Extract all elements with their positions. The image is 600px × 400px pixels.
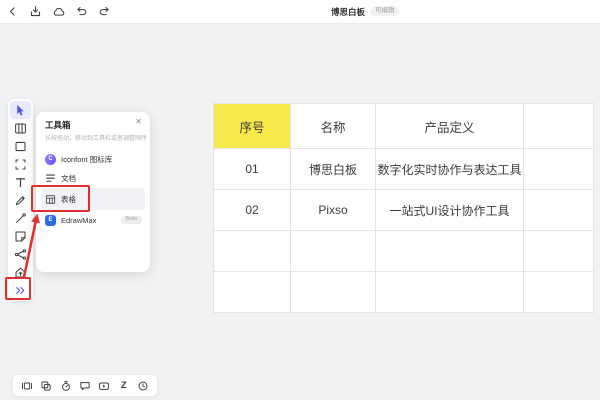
table-cell[interactable]: 一站式UI设计协作工具 xyxy=(376,190,524,231)
edrawmax-logo-icon: E xyxy=(45,215,56,226)
table-header-cell[interactable]: 名称 xyxy=(291,104,376,149)
line-tool[interactable] xyxy=(10,209,31,227)
table-cell[interactable]: 数字化实时协作与表达工具 xyxy=(376,149,524,190)
text-tool[interactable] xyxy=(10,173,31,191)
top-bar: 博思白板 可编辑 xyxy=(0,0,600,24)
table-cell[interactable] xyxy=(524,190,594,231)
frame-icon xyxy=(14,158,27,171)
table-header-cell[interactable]: 序号 xyxy=(214,104,291,149)
table-cell[interactable] xyxy=(291,231,376,272)
shapes-button[interactable] xyxy=(40,379,53,392)
table-header-cell[interactable]: 产品定义 xyxy=(376,104,524,149)
shape-tool[interactable] xyxy=(10,137,31,155)
table-cell[interactable]: 02 xyxy=(214,190,291,231)
topbar-icon-group xyxy=(5,0,111,23)
table-cell[interactable]: 博思白板 xyxy=(291,149,376,190)
toolbox-title: 工具箱 xyxy=(45,119,71,131)
frames-button[interactable] xyxy=(20,379,33,392)
cursor-icon xyxy=(14,104,27,117)
history-button[interactable] xyxy=(137,379,150,392)
toolbox-subtitle: 长按拖动，移动到工具栏或者调整顺序 xyxy=(45,133,145,142)
rectangle-icon xyxy=(14,140,27,153)
timer-button[interactable] xyxy=(59,379,72,392)
table-header-row: 序号 名称 产品定义 xyxy=(214,104,594,149)
select-tool[interactable] xyxy=(10,101,31,119)
mindmap-tool[interactable] xyxy=(10,245,31,263)
table-header-cell[interactable] xyxy=(524,104,594,149)
save-icon[interactable] xyxy=(28,5,42,19)
toolbox-item-document[interactable]: 文档 xyxy=(41,169,145,187)
table-cell[interactable] xyxy=(376,272,524,313)
toolbox-item-iconfont[interactable]: C Iconfont 图标库 xyxy=(41,150,145,168)
close-icon[interactable]: ✕ xyxy=(135,117,142,126)
redo-icon[interactable] xyxy=(97,5,111,19)
screen-record-button[interactable] xyxy=(98,379,111,392)
tool-sidebar xyxy=(8,99,33,301)
timer-icon xyxy=(60,380,72,392)
table-cell[interactable] xyxy=(291,272,376,313)
toolbox-item-label: Iconfont 图标库 xyxy=(61,154,112,165)
board-tool[interactable] xyxy=(10,119,31,137)
double-chevron-icon xyxy=(14,284,27,297)
z-order-button[interactable]: Z xyxy=(117,379,130,392)
document-icon xyxy=(45,173,56,184)
toolbox-item-label: 表格 xyxy=(61,194,76,205)
screen-record-icon xyxy=(98,380,110,392)
toolbox-item-label: EdrawMax xyxy=(61,216,96,225)
more-tools-button[interactable] xyxy=(10,281,31,299)
cloud-sync-icon[interactable] xyxy=(51,5,65,19)
back-icon[interactable] xyxy=(5,5,19,19)
text-icon xyxy=(14,176,27,189)
sticky-note-icon xyxy=(14,230,27,243)
table-row: 01 博思白板 数字化实时协作与表达工具 xyxy=(214,149,594,190)
undo-icon[interactable] xyxy=(74,5,88,19)
permission-badge: 可编辑 xyxy=(370,7,400,17)
pen-tool[interactable] xyxy=(10,191,31,209)
line-icon xyxy=(14,212,27,225)
table-cell[interactable] xyxy=(214,272,291,313)
toolbox-popup: 工具箱 ✕ 长按拖动，移动到工具栏或者调整顺序 C Iconfont 图标库 文… xyxy=(36,112,150,272)
table-cell[interactable]: Pixso xyxy=(291,190,376,231)
table-row: 02 Pixso 一站式UI设计协作工具 xyxy=(214,190,594,231)
board-icon xyxy=(14,122,27,135)
table-cell[interactable] xyxy=(524,149,594,190)
iconfont-logo-icon: C xyxy=(45,154,56,165)
shapes-icon xyxy=(40,380,52,392)
mindmap-icon xyxy=(14,248,27,261)
frames-icon xyxy=(21,380,33,392)
toolbox-item-edrawmax[interactable]: E EdrawMax Beta xyxy=(41,211,145,229)
document-title: 博思白板 xyxy=(331,6,365,18)
z-label: Z xyxy=(121,380,127,391)
table-cell[interactable] xyxy=(214,231,291,272)
sticky-note-tool[interactable] xyxy=(10,227,31,245)
table-cell[interactable] xyxy=(524,231,594,272)
comment-icon xyxy=(79,380,91,392)
table-row xyxy=(214,231,594,272)
whiteboard-table: 序号 名称 产品定义 01 博思白板 数字化实时协作与表达工具 02 Pixso… xyxy=(213,103,594,313)
pencil-icon xyxy=(14,194,27,207)
toolbox-item-table[interactable]: 表格 xyxy=(41,188,145,210)
table-cell[interactable]: 01 xyxy=(214,149,291,190)
history-icon xyxy=(137,380,149,392)
frame-tool[interactable] xyxy=(10,155,31,173)
upload-tool[interactable] xyxy=(10,263,31,281)
toolbox-item-label: 文档 xyxy=(61,173,76,184)
table-cell[interactable] xyxy=(376,231,524,272)
bottom-toolbar: Z xyxy=(12,374,158,397)
beta-badge: Beta xyxy=(121,216,142,225)
upload-icon xyxy=(14,266,27,279)
document-title-group: 博思白板 可编辑 xyxy=(331,0,400,23)
table-icon xyxy=(45,194,56,205)
table-row xyxy=(214,272,594,313)
comment-button[interactable] xyxy=(78,379,91,392)
table-cell[interactable] xyxy=(524,272,594,313)
